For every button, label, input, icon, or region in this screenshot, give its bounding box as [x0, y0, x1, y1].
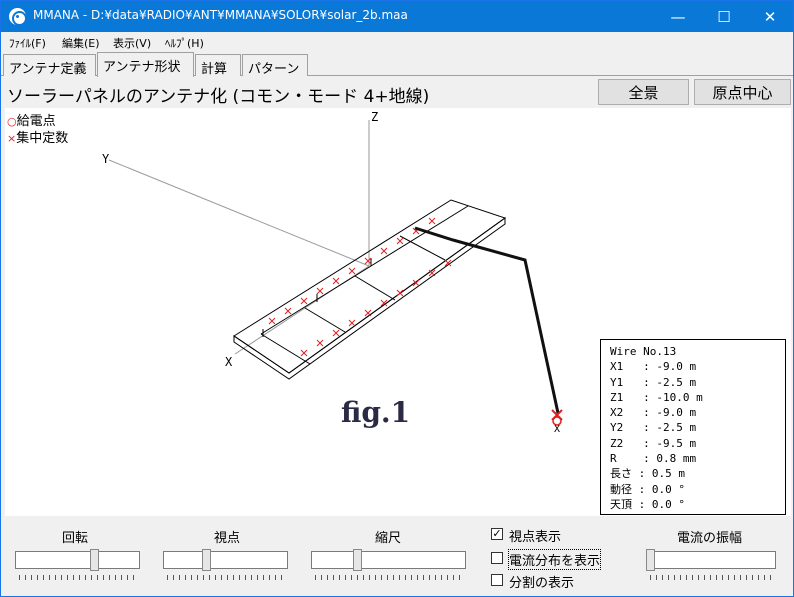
scale-slider-ticks	[315, 575, 463, 580]
tab-pattern[interactable]: パターン	[242, 54, 308, 77]
wire-info-line: R : 0.8 mm	[610, 452, 697, 466]
current-amp-slider-ticks	[650, 575, 772, 580]
view-slider-ticks	[167, 575, 285, 580]
antenna-title: ソーラーパネルのアンテナ化 (コモン・モード 4+地線)	[7, 87, 430, 107]
overall-view-button[interactable]: 全景	[598, 79, 689, 105]
title-bar: MMANA - D:¥data¥RADIO¥ANT¥MMANA¥SOLOR¥so…	[1, 1, 793, 32]
z-axis-label: Z	[371, 110, 379, 124]
tab-antenna-shape[interactable]: アンテナ形状	[97, 52, 194, 77]
menu-bar: ﾌｧｲﾙ(F) 編集(E) 表示(V) ﾍﾙﾌﾟ(H)	[1, 32, 793, 52]
wire-info-line: Z1 : -10.0 m	[610, 390, 703, 404]
show-view-checkbox[interactable]: ✓	[491, 528, 503, 540]
wire-info-line: Z2 : -9.5 m	[610, 436, 697, 450]
menu-file[interactable]: ﾌｧｲﾙ(F)	[9, 35, 46, 51]
y-axis	[108, 159, 370, 267]
scale-slider-thumb[interactable]	[353, 549, 362, 571]
app-window: MMANA - D:¥data¥RADIO¥ANT¥MMANA¥SOLOR¥so…	[0, 0, 794, 597]
wire-info-line: 長さ : 0.5 m	[610, 467, 685, 481]
view-label: 視点	[214, 531, 241, 546]
mmana-app-icon[interactable]	[9, 8, 27, 26]
current-amp-slider-track[interactable]	[646, 551, 776, 569]
rotate-slider-track[interactable]	[15, 551, 140, 569]
menu-help[interactable]: ﾍﾙﾌﾟ(H)	[165, 35, 204, 51]
show-view-label: 視点表示	[509, 530, 562, 545]
wire-info-panel: Wire No.13 X1 : -9.0 m Y1 : -2.5 m Z1 : …	[600, 339, 786, 515]
figure-label: fig.1	[341, 396, 411, 429]
wire-info-line: 天頂 : 0.0 °	[610, 497, 685, 511]
current-amp-label: 電流の振幅	[677, 531, 743, 546]
show-division-label: 分割の表示	[509, 576, 575, 591]
x-axis-label: X	[225, 355, 233, 369]
scale-slider-track[interactable]	[311, 551, 466, 569]
menu-edit[interactable]: 編集(E)	[62, 35, 100, 51]
close-button[interactable]: ✕	[747, 1, 793, 32]
wire-info-line: X1 : -9.0 m	[610, 360, 697, 374]
y-axis-label: Y	[102, 152, 110, 166]
rotate-slider-thumb[interactable]	[90, 549, 99, 571]
scale-label: 縮尺	[375, 531, 402, 546]
wire-info-line: 動径 : 0.0 °	[610, 482, 685, 496]
wire-info-line: X2 : -9.0 m	[610, 406, 697, 420]
view-slider-thumb[interactable]	[202, 549, 211, 571]
rotate-label: 回転	[62, 531, 89, 546]
wire-info-line: Wire No.13	[610, 345, 677, 358]
rotate-slider-ticks	[19, 575, 137, 580]
wire-info-line: Y2 : -2.5 m	[610, 421, 697, 435]
minimize-button[interactable]: —	[655, 1, 701, 32]
maximize-button[interactable]: ☐	[701, 1, 747, 32]
tab-calculation[interactable]: 計算	[195, 54, 241, 77]
window-title: MMANA - D:¥data¥RADIO¥ANT¥MMANA¥SOLOR¥so…	[33, 8, 408, 22]
load-markers	[268, 217, 452, 357]
view-slider-track[interactable]	[163, 551, 288, 569]
tab-antenna-definition[interactable]: アンテナ定義	[3, 54, 96, 77]
wire-info-line: Y1 : -2.5 m	[610, 375, 697, 389]
origin-center-button[interactable]: 原点中心	[694, 79, 791, 105]
antenna-view-canvas[interactable]: ○給電点 ×集中定数 Z Y X X fig.1 Wire No.13 X1:…	[5, 108, 791, 516]
feed-x-label: X	[554, 424, 561, 435]
menu-view[interactable]: 表示(V)	[113, 35, 151, 51]
tab-bar: アンテナ定義 アンテナ形状 計算 パターン	[1, 52, 793, 77]
show-current-checkbox[interactable]	[491, 552, 503, 564]
current-amp-slider-thumb[interactable]	[646, 549, 655, 571]
show-current-label: 電流分布を表示	[507, 549, 602, 570]
show-division-checkbox[interactable]	[491, 574, 503, 586]
